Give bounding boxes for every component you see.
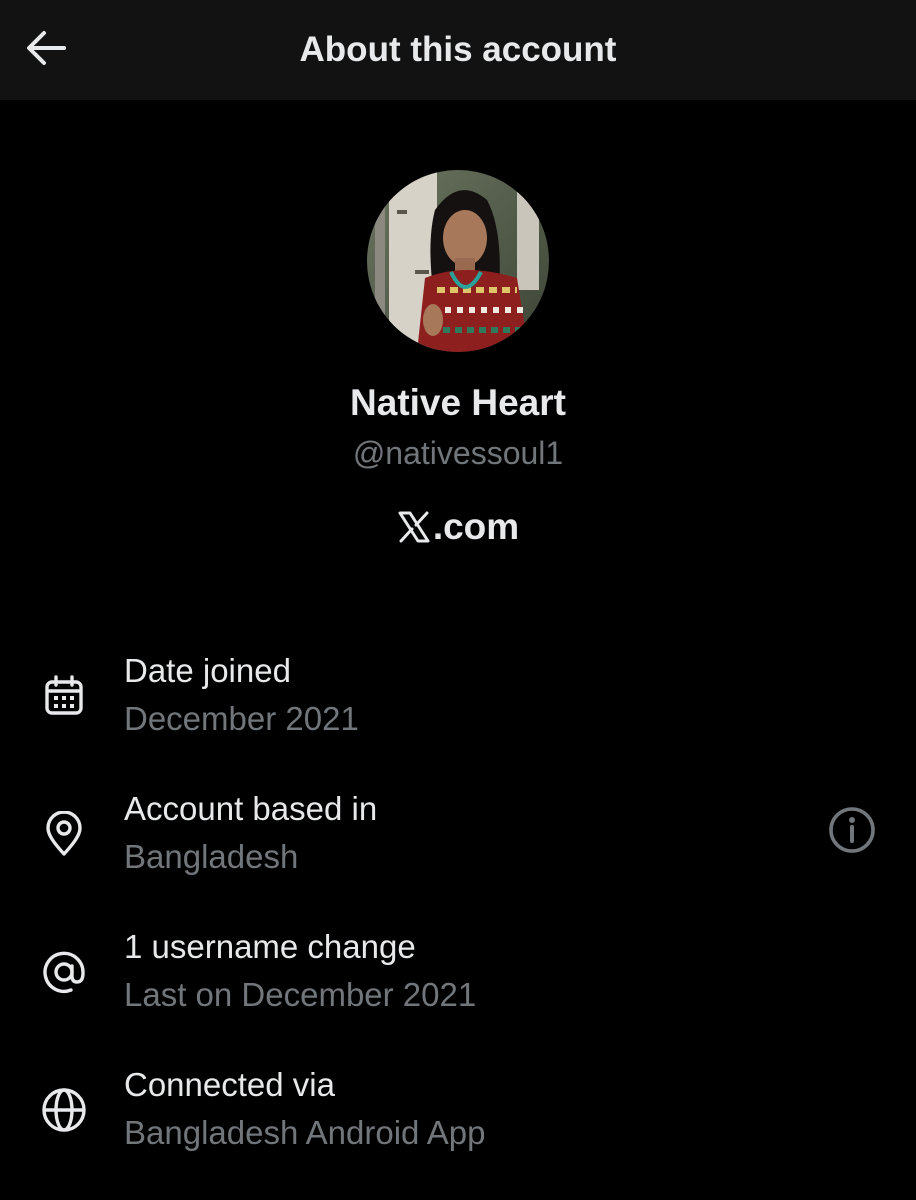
x-logo (397, 511, 431, 543)
info-icon (828, 806, 876, 859)
detail-value: Last on December 2021 (124, 976, 477, 1013)
platform-domain: .com (432, 506, 520, 547)
detail-label: 1 username change (124, 928, 416, 965)
display-name: Native Heart (350, 382, 566, 423)
platform-label: .com (0, 504, 916, 550)
at-sign-icon (38, 946, 90, 998)
detail-row-date-joined: Date joined December 2021 (0, 650, 916, 760)
detail-row-connected-via: Connected via Bangladesh Android App (0, 1064, 916, 1174)
detail-label: Connected via (124, 1066, 335, 1103)
detail-row-username-change: 1 username change Last on December 2021 (0, 926, 916, 1036)
detail-value: Bangladesh (124, 838, 299, 875)
detail-label: Account based in (124, 790, 378, 827)
detail-row-account-based-in: Account based in Bangladesh (0, 788, 916, 898)
info-button[interactable] (822, 802, 882, 862)
calendar-icon (38, 670, 90, 722)
username-handle: @nativessoul1 (352, 435, 564, 471)
globe-icon (38, 1084, 90, 1136)
page-title: About this account (299, 30, 617, 69)
detail-value: Bangladesh Android App (124, 1114, 486, 1151)
detail-value: December 2021 (124, 700, 359, 737)
detail-label: Date joined (124, 652, 291, 689)
location-pin-icon (38, 808, 90, 860)
top-bar: About this account (0, 0, 916, 100)
avatar[interactable] (367, 170, 549, 352)
